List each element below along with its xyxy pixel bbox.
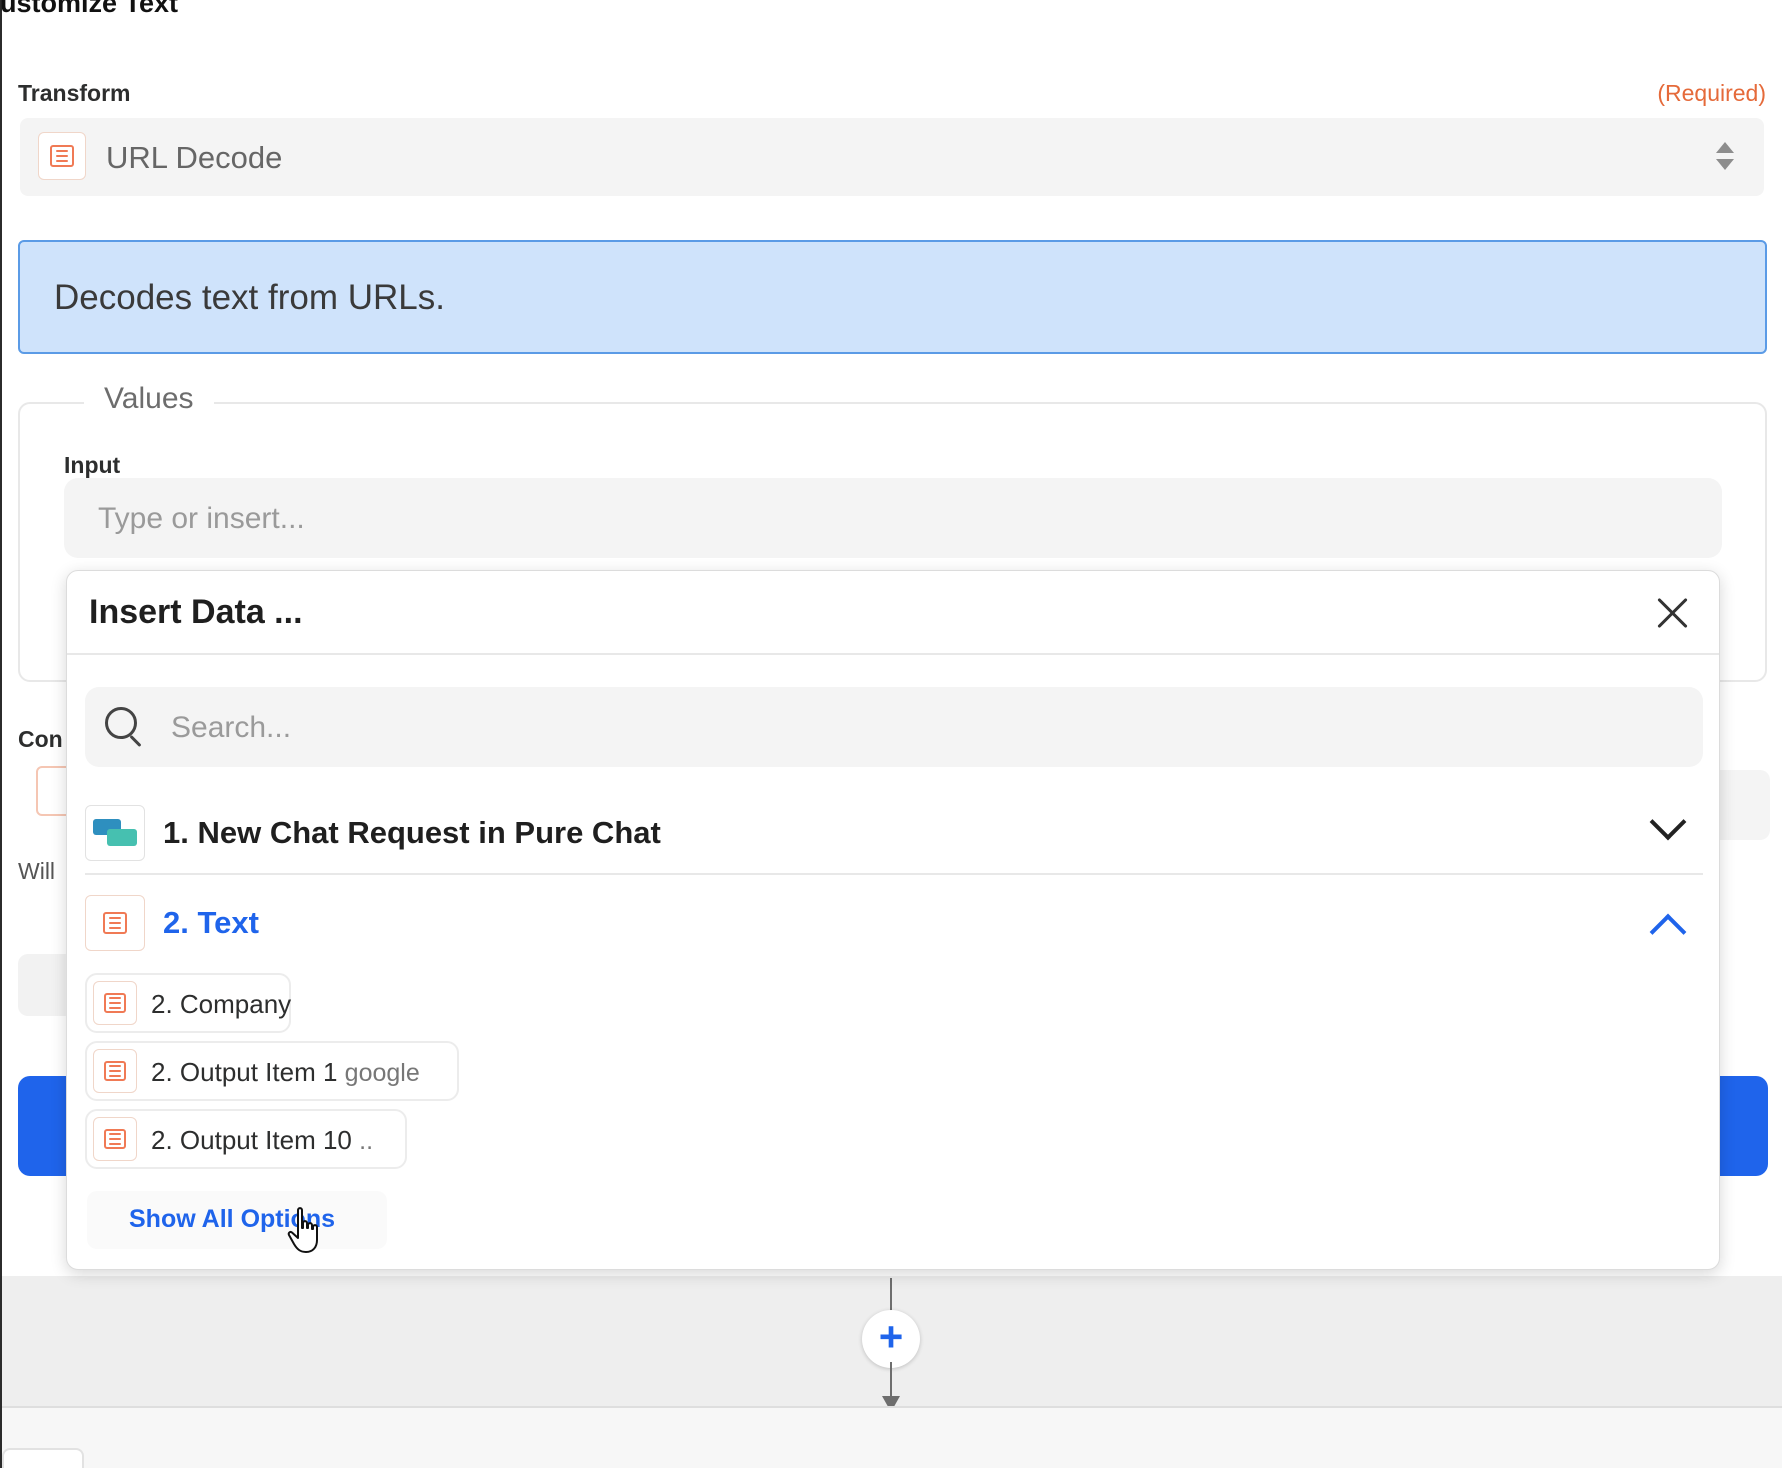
plus-icon: + bbox=[878, 1313, 904, 1360]
next-step-strip bbox=[2, 1408, 1782, 1468]
group-text[interactable]: 2. Text bbox=[85, 877, 1703, 965]
text-formatter-icon bbox=[38, 132, 86, 180]
text-formatter-icon bbox=[93, 1049, 137, 1093]
option-label: 2. Output Item 10 .. bbox=[151, 1125, 374, 1155]
search-input[interactable]: Search... bbox=[85, 687, 1703, 767]
group-pure-chat-label: 1. New Chat Request in Pure Chat bbox=[163, 815, 661, 850]
close-icon[interactable] bbox=[1655, 595, 1689, 629]
insert-data-title: Insert Data ... bbox=[89, 593, 303, 631]
option-sample-value: google bbox=[344, 1059, 420, 1087]
popup-divider bbox=[67, 653, 1719, 655]
input-label: Input bbox=[64, 452, 121, 478]
chevron-down-icon bbox=[1649, 803, 1687, 841]
option-output-item-10[interactable]: 2. Output Item 10 .. bbox=[85, 1109, 407, 1169]
option-label: 2. Output Item 1 google bbox=[151, 1057, 420, 1087]
page-title: ustomize Text bbox=[0, 0, 179, 18]
pure-chat-icon bbox=[85, 805, 145, 861]
transform-label: Transform bbox=[18, 80, 131, 106]
option-label: 2. Company bbox=[151, 989, 292, 1019]
chevron-up-icon bbox=[1649, 913, 1687, 951]
transform-selected-value: URL Decode bbox=[106, 140, 283, 175]
add-step-button[interactable]: + bbox=[862, 1310, 920, 1368]
background-will-label: Will bbox=[18, 858, 56, 884]
background-con-label: Con bbox=[18, 726, 63, 752]
input-placeholder: Type or insert... bbox=[98, 502, 305, 535]
group-pure-chat[interactable]: 1. New Chat Request in Pure Chat bbox=[85, 787, 1703, 875]
next-step-card bbox=[2, 1448, 84, 1468]
search-icon bbox=[105, 707, 145, 748]
insert-data-popup: Insert Data ... Search... 1. New Chat Re… bbox=[66, 570, 1720, 1270]
group-text-label: 2. Text bbox=[163, 905, 259, 940]
hand-cursor-icon bbox=[287, 1207, 318, 1253]
text-formatter-icon bbox=[85, 895, 145, 951]
transform-select[interactable]: URL Decode bbox=[20, 118, 1764, 196]
transform-info-box: Decodes text from URLs. bbox=[18, 240, 1767, 354]
option-output-item-1[interactable]: 2. Output Item 1 google bbox=[85, 1041, 459, 1101]
transform-info-text: Decodes text from URLs. bbox=[54, 278, 445, 317]
required-indicator: (Required) bbox=[1657, 80, 1766, 106]
select-updown-icon bbox=[1716, 138, 1734, 174]
input-field[interactable]: Type or insert... bbox=[64, 478, 1722, 558]
connector-line bbox=[890, 1362, 892, 1396]
option-company[interactable]: 2. Company bbox=[85, 973, 291, 1033]
text-formatter-icon bbox=[93, 981, 137, 1025]
text-formatter-icon bbox=[93, 1117, 137, 1161]
option-sample-value: .. bbox=[359, 1127, 374, 1155]
values-legend: Values bbox=[84, 382, 214, 416]
search-placeholder: Search... bbox=[171, 711, 292, 744]
window-left-border bbox=[0, 0, 2, 1468]
show-all-options-button[interactable]: Show All Options bbox=[87, 1191, 387, 1249]
connector-line bbox=[890, 1278, 892, 1314]
